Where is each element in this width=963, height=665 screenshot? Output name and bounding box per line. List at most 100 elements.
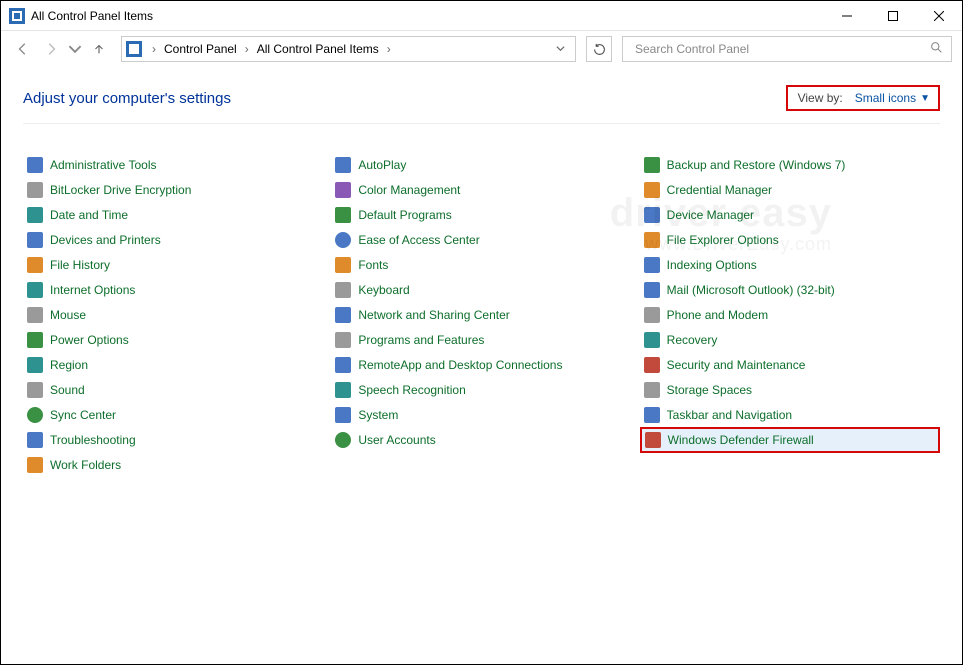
search-input[interactable] [633, 41, 930, 57]
control-panel-item[interactable]: Troubleshooting [23, 427, 323, 452]
control-panel-item[interactable]: Mail (Microsoft Outlook) (32-bit) [640, 277, 940, 302]
remoteapp-icon [334, 356, 352, 374]
control-panel-item[interactable]: Internet Options [23, 277, 323, 302]
control-panel-item[interactable]: Power Options [23, 327, 323, 352]
control-panel-item[interactable]: Work Folders [23, 452, 323, 477]
breadcrumb-current[interactable]: All Control Panel Items [255, 42, 381, 56]
control-panel-item[interactable]: Backup and Restore (Windows 7) [640, 152, 940, 177]
address-bar[interactable]: › Control Panel › All Control Panel Item… [121, 36, 576, 62]
content-header: Adjust your computer's settings View by:… [23, 85, 940, 124]
view-by-value: Small icons [855, 91, 916, 105]
control-panel-item[interactable]: Mouse [23, 302, 323, 327]
items-column: AutoPlay Color Management Default Programs… [331, 152, 631, 477]
control-panel-item-label: Administrative Tools [50, 158, 157, 172]
content-area: Adjust your computer's settings View by:… [1, 67, 962, 477]
control-panel-item-label: RemoteApp and Desktop Connections [358, 358, 562, 372]
control-panel-item[interactable]: Phone and Modem [640, 302, 940, 327]
control-panel-item[interactable]: Sync Center [23, 402, 323, 427]
control-panel-item[interactable]: User Accounts [331, 427, 631, 452]
taskbar-navigation-icon [643, 406, 661, 424]
windows-firewall-icon [644, 431, 662, 449]
admin-tools-icon [26, 156, 44, 174]
phone-modem-icon [643, 306, 661, 324]
control-panel-item[interactable]: Security and Maintenance [640, 352, 940, 377]
control-panel-item[interactable]: File History [23, 252, 323, 277]
control-panel-item-label: Default Programs [358, 208, 451, 222]
control-panel-item[interactable]: Color Management [331, 177, 631, 202]
control-panel-item[interactable]: RemoteApp and Desktop Connections [331, 352, 631, 377]
indexing-options-icon [643, 256, 661, 274]
control-panel-item[interactable]: Recovery [640, 327, 940, 352]
breadcrumb-separator-icon[interactable]: › [148, 42, 160, 56]
control-panel-item-label: Work Folders [50, 458, 121, 472]
control-panel-item-label: Speech Recognition [358, 383, 465, 397]
security-maintenance-icon [643, 356, 661, 374]
control-panel-item-label: Windows Defender Firewall [668, 433, 814, 447]
bitlocker-icon [26, 181, 44, 199]
sound-icon [26, 381, 44, 399]
nav-back-button[interactable] [11, 37, 35, 61]
control-panel-item[interactable]: Credential Manager [640, 177, 940, 202]
control-panel-item[interactable]: Storage Spaces [640, 377, 940, 402]
control-panel-item-label: Date and Time [50, 208, 128, 222]
control-panel-items-grid: Administrative Tools BitLocker Drive Encr… [23, 152, 940, 477]
control-panel-item-label: Security and Maintenance [667, 358, 806, 372]
window-title: All Control Panel Items [31, 9, 153, 23]
control-panel-item-label: File History [50, 258, 110, 272]
close-button[interactable] [916, 1, 962, 31]
control-panel-item[interactable]: Date and Time [23, 202, 323, 227]
control-panel-item[interactable]: AutoPlay [331, 152, 631, 177]
control-panel-item-label: Devices and Printers [50, 233, 161, 247]
troubleshooting-icon [26, 431, 44, 449]
control-panel-item-label: BitLocker Drive Encryption [50, 183, 191, 197]
breadcrumb-separator-icon[interactable]: › [241, 42, 253, 56]
control-panel-item[interactable]: System [331, 402, 631, 427]
speech-recognition-icon [334, 381, 352, 399]
control-panel-item-label: Color Management [358, 183, 460, 197]
control-panel-item-label: Device Manager [667, 208, 754, 222]
control-panel-item[interactable]: Taskbar and Navigation [640, 402, 940, 427]
nav-recent-dropdown[interactable] [67, 37, 83, 61]
control-panel-item-label: Fonts [358, 258, 388, 272]
date-time-icon [26, 206, 44, 224]
backup-restore-icon [643, 156, 661, 174]
control-panel-item-label: Keyboard [358, 283, 409, 297]
control-panel-item[interactable]: Keyboard [331, 277, 631, 302]
control-panel-item[interactable]: Indexing Options [640, 252, 940, 277]
control-panel-item[interactable]: Windows Defender Firewall [640, 427, 940, 453]
breadcrumb-root[interactable]: Control Panel [162, 42, 239, 56]
items-column: Backup and Restore (Windows 7) Credential… [640, 152, 940, 477]
control-panel-item[interactable]: Administrative Tools [23, 152, 323, 177]
control-panel-item[interactable]: Speech Recognition [331, 377, 631, 402]
programs-features-icon [334, 331, 352, 349]
control-panel-item-label: Ease of Access Center [358, 233, 479, 247]
control-panel-item-label: Troubleshooting [50, 433, 136, 447]
control-panel-item[interactable]: File Explorer Options [640, 227, 940, 252]
nav-up-button[interactable] [87, 37, 111, 61]
control-panel-item[interactable]: Device Manager [640, 202, 940, 227]
refresh-button[interactable] [586, 36, 612, 62]
nav-forward-button[interactable] [39, 37, 63, 61]
address-history-dropdown[interactable] [550, 42, 571, 56]
control-panel-item[interactable]: Region [23, 352, 323, 377]
titlebar: All Control Panel Items [1, 1, 962, 31]
control-panel-item-label: Mouse [50, 308, 86, 322]
control-panel-item[interactable]: Sound [23, 377, 323, 402]
minimize-button[interactable] [824, 1, 870, 31]
view-by-selector[interactable]: View by: Small icons ▼ [786, 85, 940, 111]
search-icon[interactable] [930, 41, 943, 57]
search-box[interactable] [622, 36, 952, 62]
control-panel-item[interactable]: Ease of Access Center [331, 227, 631, 252]
control-panel-item[interactable]: Network and Sharing Center [331, 302, 631, 327]
navigation-row: › Control Panel › All Control Panel Item… [1, 31, 962, 67]
control-panel-item[interactable]: Devices and Printers [23, 227, 323, 252]
control-panel-item[interactable]: Default Programs [331, 202, 631, 227]
breadcrumb-separator-icon[interactable]: › [383, 42, 395, 56]
control-panel-item-label: Indexing Options [667, 258, 757, 272]
control-panel-item-label: Credential Manager [667, 183, 772, 197]
control-panel-item[interactable]: Programs and Features [331, 327, 631, 352]
control-panel-item[interactable]: BitLocker Drive Encryption [23, 177, 323, 202]
devices-printers-icon [26, 231, 44, 249]
maximize-button[interactable] [870, 1, 916, 31]
control-panel-item[interactable]: Fonts [331, 252, 631, 277]
